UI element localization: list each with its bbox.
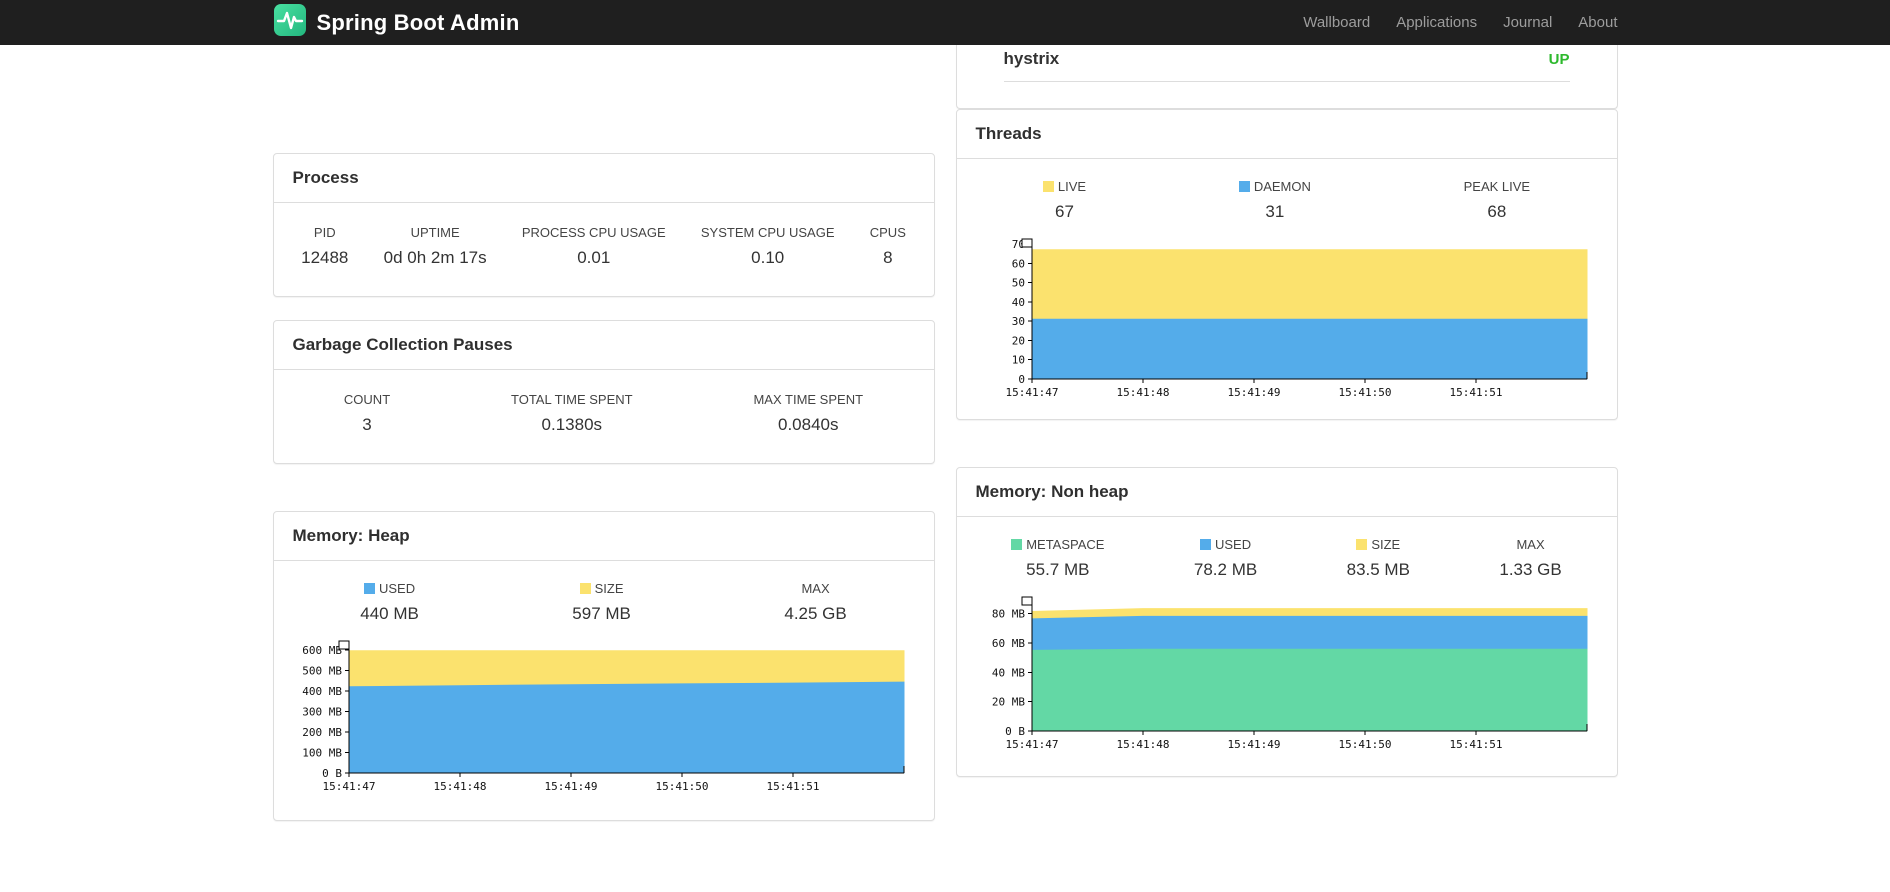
legend-item-live: LIVE 67 [1037, 179, 1092, 222]
svg-text:15:41:48: 15:41:48 [1116, 386, 1169, 399]
nav-item-about[interactable]: About [1565, 0, 1617, 45]
svg-text:300 MB: 300 MB [302, 706, 342, 719]
memory-heap-chart: 0 B 100 MB 200 MB 300 MB 400 MB 500 MB 600 MB 1… [274, 638, 934, 803]
svg-text:40 MB: 40 MB [991, 666, 1024, 679]
nav-item-applications[interactable]: Applications [1383, 0, 1490, 45]
threads-card-title: Threads [956, 110, 1617, 159]
memory-heap-card: Memory: Heap USED 440 MB SIZE 597 MB MAX… [272, 511, 935, 821]
threads-legend: LIVE 67 DAEMON 31 PEAK LIVE 68 [957, 159, 1617, 222]
stat-system-cpu-usage: SYSTEM CPU USAGE 0.10 [700, 225, 835, 267]
stat-gc-total-time: TOTAL TIME SPENT 0.1380s [511, 392, 633, 434]
svg-text:15:41:49: 15:41:49 [1227, 386, 1280, 399]
svg-text:20: 20 [1011, 334, 1024, 347]
svg-text:400 MB: 400 MB [302, 685, 342, 698]
svg-text:15:41:51: 15:41:51 [1449, 738, 1502, 751]
svg-text:0 B: 0 B [1005, 725, 1025, 738]
svg-text:15:41:48: 15:41:48 [1116, 738, 1169, 751]
navbar: Spring Boot Admin Wallboard Applications… [0, 0, 1890, 45]
stat-pid: PID 12488 [301, 225, 349, 267]
svg-text:600 MB: 600 MB [302, 644, 342, 657]
legend-swatch-used [363, 583, 375, 594]
legend-item-max: MAX 4.25 GB [784, 581, 847, 623]
stat-uptime: UPTIME 0d 0h 2m 17s [383, 225, 487, 267]
svg-text:500 MB: 500 MB [302, 665, 342, 678]
svg-text:20 MB: 20 MB [991, 696, 1024, 709]
threads-chart: 0 10 20 30 40 50 60 70 15:41:47 15:41:48 15:41:49 1… [957, 236, 1617, 409]
svg-text:15:41:49: 15:41:49 [544, 780, 597, 793]
svg-text:0 B: 0 B [322, 767, 342, 780]
svg-text:15:41:51: 15:41:51 [766, 780, 819, 793]
svg-text:15:41:47: 15:41:47 [1005, 386, 1058, 399]
left-column-spacer [273, 45, 935, 153]
svg-text:0: 0 [1018, 373, 1025, 386]
legend-swatch-metaspace [1011, 539, 1023, 550]
nav-links: Wallboard Applications Journal About [1290, 0, 1617, 45]
legend-item-nonheap-size: SIZE 83.5 MB [1346, 537, 1410, 579]
stat-gc-max-time: MAX TIME SPENT 0.0840s [753, 392, 864, 434]
process-card: Process PID 12488 UPTIME 0d 0h 2m 17s PR… [272, 153, 935, 297]
svg-text:15:41:47: 15:41:47 [322, 780, 375, 793]
stat-cpus: CPUS 8 [869, 225, 906, 267]
svg-text:10: 10 [1011, 354, 1024, 367]
gc-stats: COUNT 3 TOTAL TIME SPENT 0.1380s MAX TIM… [274, 370, 934, 435]
nav-item-wallboard[interactable]: Wallboard [1290, 0, 1383, 45]
legend-item-nonheap-used: USED 78.2 MB [1193, 537, 1258, 579]
legend-swatch-daemon [1238, 181, 1250, 192]
heap-legend: USED 440 MB SIZE 597 MB MAX 4.25 GB [274, 561, 934, 624]
svg-text:40: 40 [1011, 296, 1024, 309]
svg-text:15:41:49: 15:41:49 [1227, 738, 1280, 751]
svg-text:15:41:47: 15:41:47 [1005, 738, 1058, 751]
svg-text:15:41:51: 15:41:51 [1449, 386, 1502, 399]
memory-nonheap-card-title: Memory: Non heap [956, 468, 1617, 517]
legend-item-daemon: DAEMON 31 [1233, 179, 1317, 222]
svg-text:80 MB: 80 MB [991, 608, 1024, 621]
svg-text:100 MB: 100 MB [302, 747, 342, 760]
legend-item-metaspace: METASPACE 55.7 MB [1005, 537, 1110, 580]
status-badge: UP [1548, 50, 1570, 68]
left-column: Process PID 12488 UPTIME 0d 0h 2m 17s PR… [272, 45, 935, 821]
application-name[interactable]: hystrix [1004, 49, 1060, 69]
legend-swatch-size [579, 583, 591, 594]
memory-heap-card-title: Memory: Heap [273, 512, 934, 561]
svg-text:50: 50 [1011, 277, 1024, 290]
app-logo-pulse-icon [273, 3, 307, 42]
legend-swatch-live [1042, 181, 1054, 192]
svg-text:30: 30 [1011, 315, 1024, 328]
nonheap-legend: METASPACE 55.7 MB USED 78.2 MB SIZE 83.5… [957, 517, 1617, 580]
right-column: hystrix UP Threads LIVE 67 DAEMON 31 PEA… [955, 45, 1618, 821]
svg-text:200 MB: 200 MB [302, 726, 342, 739]
stat-process-cpu-usage: PROCESS CPU USAGE 0.01 [521, 225, 666, 267]
svg-text:15:41:48: 15:41:48 [433, 780, 486, 793]
legend-swatch-nonheap-size [1356, 539, 1368, 550]
nav-item-journal[interactable]: Journal [1490, 0, 1565, 45]
memory-nonheap-card: Memory: Non heap METASPACE 55.7 MB USED … [955, 467, 1618, 777]
threads-card: Threads LIVE 67 DAEMON 31 PEAK LIVE 68 0… [955, 109, 1618, 420]
gc-card-title: Garbage Collection Pauses [273, 321, 934, 370]
legend-item-used: USED 440 MB [360, 581, 419, 623]
svg-text:60 MB: 60 MB [991, 637, 1024, 650]
application-status-card: hystrix UP [955, 45, 1618, 109]
legend-item-nonheap-max: MAX 1.33 GB [1499, 537, 1562, 579]
application-row[interactable]: hystrix UP [1003, 45, 1570, 82]
application-status-list: hystrix UP [1003, 45, 1570, 82]
brand-title: Spring Boot Admin [316, 9, 520, 35]
svg-text:15:41:50: 15:41:50 [655, 780, 708, 793]
main-content: Process PID 12488 UPTIME 0d 0h 2m 17s PR… [272, 45, 1618, 821]
svg-text:60: 60 [1011, 257, 1024, 270]
legend-swatch-nonheap-used [1199, 539, 1211, 550]
gc-card: Garbage Collection Pauses COUNT 3 TOTAL … [272, 320, 935, 464]
legend-item-size: SIZE 597 MB [572, 581, 631, 623]
legend-item-peak-live: PEAK LIVE 68 [1463, 179, 1531, 221]
brand[interactable]: Spring Boot Admin [273, 3, 520, 42]
svg-text:15:41:50: 15:41:50 [1338, 738, 1391, 751]
process-card-title: Process [273, 154, 934, 203]
svg-text:15:41:50: 15:41:50 [1338, 386, 1391, 399]
memory-nonheap-chart: 0 B 20 MB 40 MB 60 MB 80 MB 15:41:47 15:41:48 1… [957, 594, 1617, 761]
stat-gc-count: COUNT 3 [343, 392, 391, 434]
process-stats: PID 12488 UPTIME 0d 0h 2m 17s PROCESS CP… [274, 203, 934, 268]
navbar-inner: Spring Boot Admin Wallboard Applications… [273, 0, 1618, 45]
